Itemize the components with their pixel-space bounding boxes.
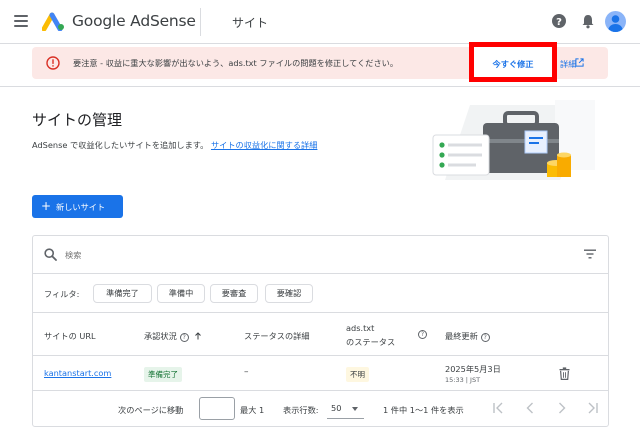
table-header-row: サイトの URL 承認状況? ステータスの詳細 ads.txt のステータス ?… — [33, 314, 608, 356]
dropdown-arrow-icon — [352, 407, 358, 411]
filter-label: フィルタ: — [44, 289, 80, 299]
menu-icon[interactable] — [14, 15, 28, 27]
updated-date: 2025年5月3日 — [445, 364, 501, 374]
page-number-input[interactable] — [199, 397, 235, 420]
pagination-range: 1 件中 1～1 件を表示 — [383, 405, 464, 415]
help-circle-icon[interactable]: ? — [480, 333, 490, 342]
header-divider — [200, 8, 201, 36]
help-icon[interactable]: ? — [551, 13, 567, 29]
search-input[interactable] — [65, 247, 365, 263]
new-site-button[interactable]: + 新しいサイト — [32, 195, 123, 218]
header-section-title: サイト — [232, 16, 269, 30]
app-header: Google AdSense サイト ? — [0, 0, 640, 44]
column-header-updated-label: 最終更新 — [445, 331, 478, 341]
table-row: kantanstart.com 準備完了 – 不明 2025年5月3日 15:3… — [33, 357, 608, 391]
rows-per-page-label: 表示行数: — [283, 405, 319, 415]
alert-detail-link[interactable]: 詳細 — [560, 58, 576, 70]
pagination-bar: 次のページに移動 最大 1 表示行数: 50 1 件中 1～1 件を表示 — [33, 392, 608, 426]
next-page-icon[interactable] — [555, 401, 569, 415]
approval-status-badge: 準備完了 — [144, 367, 182, 382]
briefcase-illustration — [432, 100, 595, 180]
open-in-new-icon — [575, 58, 584, 67]
page-description: AdSense で収益化したいサイトを追加します。 サイトの収益化に関する詳細 — [32, 139, 317, 151]
help-circle-icon[interactable]: ? — [179, 333, 189, 342]
header-separator — [0, 86, 640, 87]
column-header-status-detail: ステータスの詳細 — [244, 331, 310, 341]
filter-chip-ready[interactable]: 準備完了 — [93, 284, 152, 303]
max-page-label: 最大 1 — [240, 405, 265, 415]
status-detail-value: – — [244, 367, 249, 377]
column-header-approval[interactable]: 承認状況? — [144, 330, 202, 342]
filter-chip-preparing[interactable]: 準備中 — [157, 284, 205, 303]
page-description-text: AdSense で収益化したいサイトを追加します。 — [32, 140, 209, 150]
last-page-icon[interactable] — [586, 401, 600, 415]
page-title: サイトの管理 — [32, 111, 123, 129]
column-header-url[interactable]: サイトの URL — [44, 330, 96, 342]
updated-time: 15:33 | JST — [445, 376, 481, 384]
go-to-page-label: 次のページに移動 — [118, 405, 184, 415]
first-page-icon[interactable] — [491, 401, 505, 415]
new-site-label: 新しいサイト — [56, 202, 106, 212]
notification-bell-icon[interactable] — [580, 13, 596, 29]
column-header-ads-txt-line2: のステータス — [346, 337, 396, 347]
monetization-detail-link[interactable]: サイトの収益化に関する詳細 — [211, 140, 317, 150]
rows-per-page-select[interactable]: 50 — [327, 398, 364, 419]
fix-now-label: 今すぐ修正 — [492, 59, 534, 69]
sort-arrow-up-icon[interactable] — [194, 332, 202, 340]
filter-chip-needs-review[interactable]: 要審査 — [210, 284, 258, 303]
fix-now-button[interactable]: 今すぐ修正 — [469, 42, 557, 82]
search-row — [33, 236, 608, 274]
sites-table-card: フィルタ: 準備完了 準備中 要審査 要確認 サイトの URL 承認状況? ステ… — [32, 235, 609, 427]
ads-txt-status-badge: 不明 — [346, 367, 369, 382]
brand-name: Google AdSense — [72, 12, 196, 30]
svg-text:?: ? — [556, 17, 562, 28]
search-icon — [44, 248, 57, 261]
delete-trash-icon[interactable] — [559, 367, 570, 380]
account-avatar[interactable] — [605, 11, 626, 32]
alert-message: 要注意 - 収益に重大な影響が出ないよう、ads.txt ファイルの問題を修正し… — [73, 58, 399, 68]
help-circle-icon[interactable]: ? — [418, 330, 427, 339]
user-silhouette-icon — [608, 15, 623, 32]
site-url-link[interactable]: kantanstart.com — [44, 368, 111, 378]
filter-list-icon[interactable] — [584, 249, 596, 259]
rows-per-page-value: 50 — [331, 403, 342, 413]
error-icon — [46, 56, 60, 70]
column-header-approval-label: 承認状況 — [144, 331, 177, 341]
filter-row: フィルタ: 準備完了 準備中 要審査 要確認 — [33, 275, 608, 313]
plus-icon: + — [41, 199, 52, 213]
adsense-logo-icon — [42, 12, 64, 31]
column-header-updated: 最終更新? — [445, 330, 490, 342]
filter-chip-needs-confirm[interactable]: 要確認 — [265, 284, 313, 303]
previous-page-icon[interactable] — [523, 401, 537, 415]
column-header-ads-txt-line1: ads.txt — [346, 323, 375, 333]
